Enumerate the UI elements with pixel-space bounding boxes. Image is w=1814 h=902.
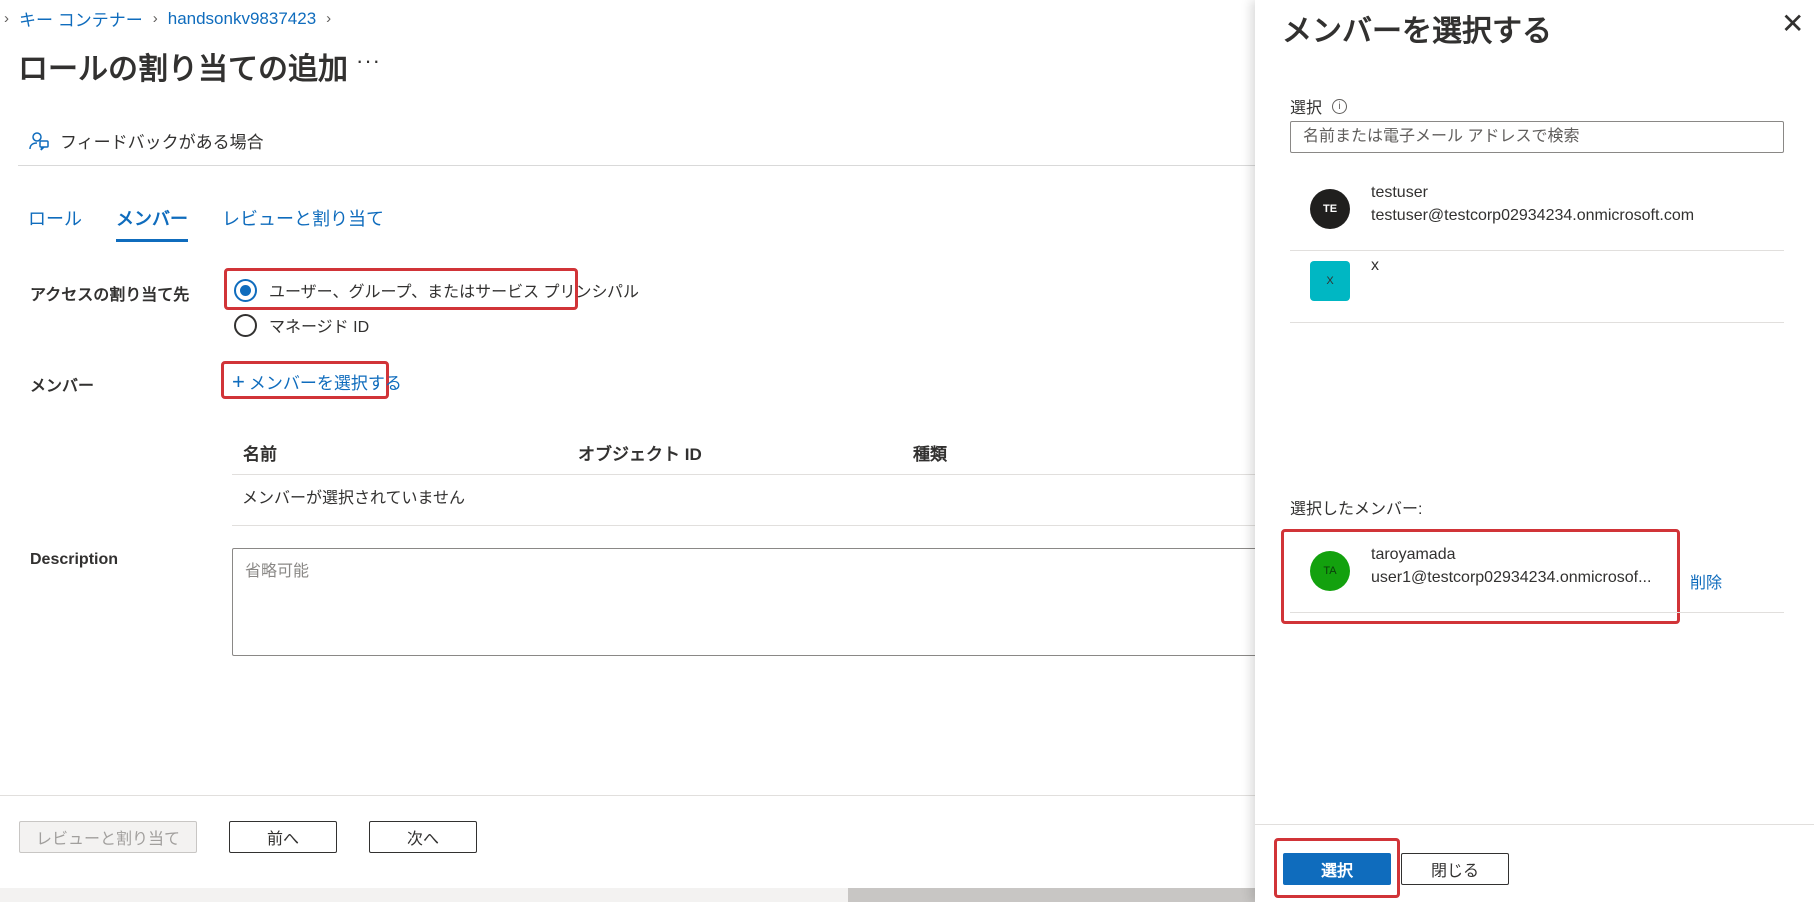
panel-title: メンバーを選択する [1282, 15, 1552, 48]
member-email: testuser@testcorp02934234.onmicrosoft.co… [1371, 207, 1695, 224]
tab-bar: ロール メンバー レビューと割り当て [28, 205, 384, 242]
select-members-link[interactable]: + メンバーを選択する [232, 369, 402, 394]
table-empty-message: メンバーが選択されていません [242, 490, 466, 507]
close-button[interactable]: 閉じる [1401, 853, 1509, 885]
member-name: testuser [1371, 184, 1428, 201]
prev-button[interactable]: 前へ [229, 821, 337, 853]
selected-members-label: 選択したメンバー: [1290, 501, 1423, 518]
remove-member-link[interactable]: 削除 [1690, 569, 1722, 593]
chevron-right-icon: › [152, 10, 158, 27]
member-name: x [1371, 257, 1379, 274]
row-divider [1290, 612, 1784, 613]
select-members-label: メンバーを選択する [248, 374, 402, 393]
list-item[interactable]: TE testuser testuser@testcorp02934234.on… [1290, 170, 1784, 252]
select-label: 選択 i [1290, 94, 1348, 118]
column-header-object-id: オブジェクト ID [578, 445, 702, 464]
radio-unchecked-icon [234, 313, 257, 337]
tab-review-assign[interactable]: レビューと割り当て [222, 205, 384, 242]
page-title: ロールの割り当ての追加 [18, 53, 348, 86]
avatar: TE [1310, 189, 1350, 229]
description-textarea[interactable]: 省略可能 [232, 548, 1262, 656]
feedback-icon [29, 131, 49, 151]
list-item[interactable]: X x [1290, 250, 1784, 324]
tab-members[interactable]: メンバー [116, 205, 188, 242]
radio-label-user-group-sp: ユーザー、グループ、またはサービス プリンシパル [269, 284, 640, 301]
divider [18, 165, 1258, 166]
close-icon[interactable]: ✕ [1781, 10, 1804, 38]
breadcrumb-keyvault[interactable]: handsonkv9837423 [168, 9, 316, 29]
avatar: TA [1310, 551, 1350, 591]
radio-user-group-sp[interactable]: ユーザー、グループ、またはサービス プリンシパル [234, 278, 639, 302]
scrollbar-thumb[interactable] [848, 888, 1260, 902]
plus-icon: + [232, 368, 245, 394]
member-name: taroyamada [1371, 546, 1456, 563]
table-divider [232, 525, 1262, 526]
breadcrumb: › キー コンテナー › handsonkv9837423 › [4, 6, 331, 31]
access-assign-label: アクセスの割り当て先 [30, 287, 190, 304]
members-label: メンバー [30, 378, 95, 395]
tab-role[interactable]: ロール [28, 205, 82, 242]
breadcrumb-key-container[interactable]: キー コンテナー [19, 6, 143, 31]
chevron-right-icon: › [326, 10, 332, 27]
info-icon[interactable]: i [1332, 98, 1348, 114]
select-button[interactable]: 選択 [1283, 853, 1391, 885]
member-email: user1@testcorp02934234.onmicrosof... [1371, 569, 1652, 586]
footer-divider [0, 795, 1260, 796]
radio-checked-icon [234, 278, 257, 302]
panel-footer-divider [1255, 824, 1814, 825]
description-label: Description [30, 551, 119, 568]
next-button[interactable]: 次へ [369, 821, 477, 853]
feedback-link[interactable]: フィードバックがある場合 [28, 128, 264, 153]
avatar: X [1310, 261, 1350, 301]
radio-managed-id[interactable]: マネージド ID [234, 313, 369, 337]
select-label-text: 選択 [1290, 100, 1323, 117]
column-header-type: 種類 [913, 445, 947, 464]
radio-label-managed-id: マネージド ID [269, 319, 370, 336]
more-options-button[interactable]: ··· [356, 48, 381, 74]
selected-member-item: TA taroyamada user1@testcorp02934234.onm… [1290, 540, 1784, 614]
table-divider [232, 474, 1262, 475]
feedback-label: フィードバックがある場合 [60, 133, 264, 152]
column-header-name: 名前 [243, 445, 277, 464]
row-divider [1290, 322, 1784, 323]
select-members-panel: メンバーを選択する ✕ 選択 i TE testuser testuser@te… [1255, 0, 1814, 902]
search-input[interactable] [1290, 121, 1784, 153]
chevron-right-icon: › [4, 10, 9, 27]
review-assign-button[interactable]: レビューと割り当て [19, 821, 197, 853]
